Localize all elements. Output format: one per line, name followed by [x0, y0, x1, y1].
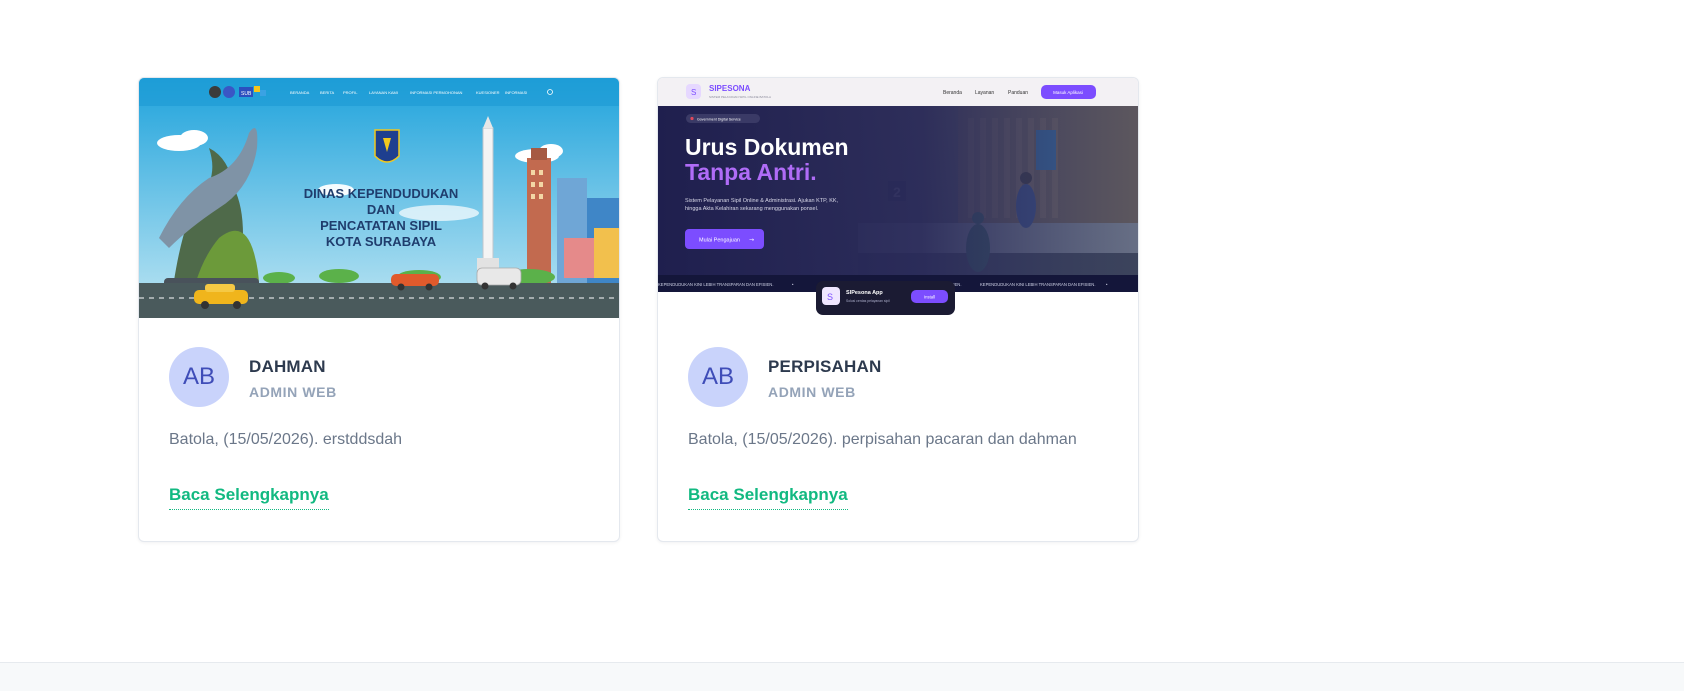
author-info: AB PERPISAHAN ADMIN WEB — [688, 347, 1108, 409]
marquee-text: KEPENDUDUKAN KINI LEBIH TRANSPARAN DAN E… — [980, 282, 1096, 287]
nav-item: BERITA — [320, 90, 334, 95]
author-role: ADMIN WEB — [768, 384, 856, 400]
article-excerpt: Batola, (15/05/2026). erstddsdah — [169, 431, 403, 448]
article-thumbnail[interactable]: S SIPESONA SISTEM PELAYANAN SIPIL ONLINE… — [658, 78, 1138, 318]
nav-item: PROFIL — [343, 90, 358, 95]
thumbnail-title-line: DAN — [367, 202, 395, 217]
thumbnail-title-line: DINAS KEPENDUDUKAN — [304, 186, 459, 201]
surabaya-website-screenshot: SUB BERANDA BERITA PROFIL LAYANAN KAMI I… — [139, 78, 619, 318]
footer-band — [0, 662, 1684, 691]
thumbnail-title-line: PENCATATAN SIPIL — [320, 218, 442, 233]
app-name: SIPesona App — [846, 290, 883, 296]
svg-text:S: S — [691, 88, 696, 97]
hero-button: Mulai Pengajuan — [699, 238, 740, 244]
car-icon — [194, 290, 248, 304]
nav-cta: Masuk Aplikasi — [1053, 90, 1083, 95]
author-name: DAHMAN — [249, 357, 326, 376]
author-info: AB DAHMAN ADMIN WEB — [169, 347, 589, 409]
nav-item: Panduan — [1008, 90, 1028, 96]
nav-item: Layanan — [975, 90, 994, 96]
avatar: AB — [688, 347, 748, 407]
brand-subtitle: SISTEM PELAYANAN SIPIL ONLINE BATOLA — [709, 95, 771, 99]
article-thumbnail[interactable]: SUB BERANDA BERITA PROFIL LAYANAN KAMI I… — [139, 78, 619, 318]
article-excerpt: Batola, (15/05/2026). perpisahan pacaran… — [688, 431, 1077, 448]
nav-item: KUESIONER — [476, 90, 500, 95]
arrow-right-icon: → — [749, 237, 754, 244]
hero-headline-accent: Tanpa Antri. — [685, 159, 817, 185]
nav-item: Beranda — [943, 90, 962, 96]
hero-badge: Government Digital Service — [697, 118, 741, 122]
hero-headline: Urus Dokumen — [685, 134, 849, 160]
nav-item: BERANDA — [290, 90, 310, 95]
app-install-button: Install — [924, 295, 935, 300]
read-more-link[interactable]: Baca Selengkapnya — [688, 485, 848, 510]
read-more-link[interactable]: Baca Selengkapnya — [169, 485, 329, 510]
svg-text:S: S — [827, 292, 833, 302]
sipesona-website-screenshot: S SIPESONA SISTEM PELAYANAN SIPIL ONLINE… — [658, 78, 1138, 318]
nav-item: INFORMASI PERMOHONAN — [410, 90, 463, 95]
car-icon — [391, 274, 439, 286]
car-icon — [476, 267, 522, 286]
author-name: PERPISAHAN — [768, 357, 882, 376]
logo-text: SUB — [241, 91, 252, 97]
nav-item: INFORMASI — [505, 90, 527, 95]
app-subtitle: Solusi cerdas pelayanan sipil — [846, 299, 890, 303]
article-card: S SIPESONA SISTEM PELAYANAN SIPIL ONLINE… — [657, 77, 1139, 542]
page: SUB BERANDA BERITA PROFIL LAYANAN KAMI I… — [0, 0, 1684, 691]
marquee-text: KEPENDUDUKAN KINI LEBIH TRANSPARAN DAN E… — [658, 282, 774, 287]
brand-name: SIPESONA — [709, 84, 751, 93]
hero-subtext: Sistem Pelayanan Sipil Online & Administ… — [685, 198, 839, 204]
avatar: AB — [169, 347, 229, 407]
thumbnail-title-line: KOTA SURABAYA — [326, 234, 437, 249]
hero-subtext: hingga Akta Kelahiran sekarang menggunak… — [685, 206, 819, 212]
author-role: ADMIN WEB — [249, 384, 337, 400]
article-card: SUB BERANDA BERITA PROFIL LAYANAN KAMI I… — [138, 77, 620, 542]
nav-item: LAYANAN KAMI — [369, 90, 398, 95]
